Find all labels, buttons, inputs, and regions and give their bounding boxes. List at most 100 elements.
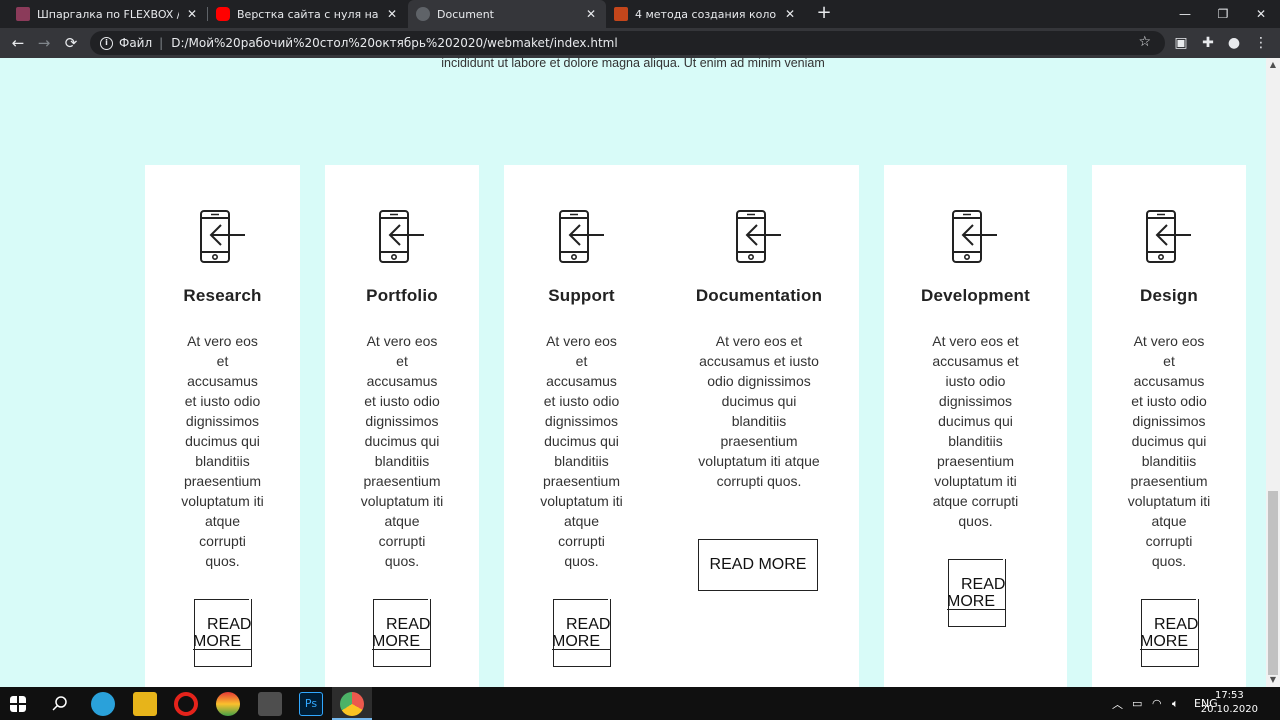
active-app-highlight bbox=[332, 687, 372, 720]
scrollbar-thumb[interactable] bbox=[1268, 491, 1278, 675]
bookmark-star-icon[interactable]: ☆ bbox=[1138, 34, 1151, 50]
browser-toolbar: ← → ⟳ i Файл | D:/Мой%20рабочий%20стол%2… bbox=[0, 28, 1280, 58]
phone-arrow-icon bbox=[1146, 210, 1191, 263]
button-border bbox=[1140, 649, 1198, 650]
tab-title: 4 метода создания колонок оди bbox=[635, 7, 777, 21]
read-more-button[interactable]: READ MORE bbox=[947, 559, 1006, 627]
scroll-down-icon[interactable]: ▼ bbox=[1266, 673, 1280, 687]
browser-tabstrip: Шпаргалка по FLEXBOX // «Фри ✕ Верстка с… bbox=[0, 0, 1280, 28]
card-text: At vero eos et accusamus et iusto odio d… bbox=[360, 333, 444, 569]
read-more-button[interactable]: READ MORE bbox=[372, 599, 431, 667]
service-card-documentation: Documentation At vero eos et accusamus e… bbox=[659, 165, 859, 687]
phone-arrow-icon bbox=[952, 210, 997, 263]
button-border bbox=[372, 649, 430, 650]
address-scheme-label: Файл bbox=[119, 36, 153, 50]
phone-arrow-icon bbox=[379, 210, 424, 263]
sublime-text-icon[interactable] bbox=[258, 692, 282, 716]
profile-avatar-icon[interactable]: ● bbox=[1225, 34, 1243, 52]
phone-arrow-icon bbox=[736, 210, 781, 263]
reload-icon[interactable]: ⟳ bbox=[60, 32, 82, 54]
network-icon[interactable]: ◠ bbox=[1152, 687, 1162, 720]
menu-kebab-icon[interactable]: ⋮ bbox=[1252, 34, 1270, 52]
read-more-button[interactable]: READ MORE bbox=[1140, 599, 1199, 667]
read-more-label: READ bbox=[566, 616, 611, 633]
info-icon[interactable]: i bbox=[100, 36, 113, 50]
card-title: Development bbox=[921, 286, 1030, 305]
system-clock[interactable]: 17:53 20.10.2020 bbox=[1201, 689, 1258, 717]
battery-icon[interactable]: ▭ bbox=[1132, 687, 1142, 720]
tab-youtube[interactable]: Верстка сайта с нуля на HTML и ✕ bbox=[208, 0, 407, 28]
minimize-icon[interactable]: — bbox=[1166, 0, 1204, 28]
tab-flexbox[interactable]: Шпаргалка по FLEXBOX // «Фри ✕ bbox=[8, 0, 207, 28]
phone-arrow-icon bbox=[559, 210, 604, 263]
back-arrow-icon[interactable]: ← bbox=[7, 32, 29, 54]
card-title: Support bbox=[548, 286, 615, 305]
card-text: At vero eos et accusamus et iusto odio d… bbox=[540, 333, 623, 569]
card-title: Research bbox=[183, 286, 262, 305]
tab-title: Верстка сайта с нуля на HTML и bbox=[237, 7, 379, 21]
tab-close-icon[interactable]: ✕ bbox=[783, 7, 797, 21]
button-border bbox=[374, 599, 428, 600]
card-title: Portfolio bbox=[366, 286, 438, 305]
windows-start-icon[interactable] bbox=[10, 696, 26, 712]
card-title: Design bbox=[1140, 286, 1198, 305]
read-more-label: READ bbox=[1154, 616, 1199, 633]
forward-arrow-icon[interactable]: → bbox=[33, 32, 55, 54]
clock-date: 20.10.2020 bbox=[1200, 704, 1258, 715]
service-card-research: Research At vero eos et accusamus et ius… bbox=[145, 165, 300, 687]
scroll-up-icon[interactable]: ▲ bbox=[1266, 58, 1280, 72]
card-title: Documentation bbox=[695, 286, 823, 305]
opera-icon[interactable] bbox=[174, 692, 198, 716]
tab-close-icon[interactable]: ✕ bbox=[385, 7, 399, 21]
read-more-button[interactable]: READ MORE bbox=[552, 599, 611, 667]
card-text: At vero eos et accusamus et iusto odio d… bbox=[1127, 333, 1211, 569]
tab-title: Document bbox=[437, 7, 494, 21]
read-more-label: READ bbox=[207, 616, 252, 633]
card-text: At vero eos et accusamus et iusto odio d… bbox=[932, 333, 1019, 529]
button-border bbox=[947, 609, 1005, 610]
button-border bbox=[193, 649, 251, 650]
close-window-icon[interactable]: ✕ bbox=[1242, 0, 1280, 28]
maximize-icon[interactable]: ❐ bbox=[1204, 0, 1242, 28]
clock-time: 17:53 bbox=[1214, 690, 1244, 701]
button-border bbox=[949, 559, 1003, 560]
button-border bbox=[195, 599, 249, 600]
button-border bbox=[552, 649, 610, 650]
globe-icon bbox=[416, 7, 430, 21]
tab-favicon-icon bbox=[16, 7, 30, 21]
extensions-puzzle-icon[interactable]: ✚ bbox=[1199, 34, 1217, 52]
address-separator: | bbox=[159, 36, 164, 50]
service-card-portfolio: Portfolio At vero eos et accusamus et iu… bbox=[325, 165, 479, 687]
service-card-design: Design At vero eos et accusamus et iusto… bbox=[1092, 165, 1246, 687]
address-bar[interactable]: i Файл | D:/Мой%20рабочий%20стол%20октяб… bbox=[90, 31, 1165, 55]
volume-icon[interactable]: 🔈︎ bbox=[1172, 687, 1179, 720]
card-text: At vero eos et accusamus et iusto odio d… bbox=[698, 333, 820, 489]
tab-favicon-icon bbox=[614, 7, 628, 21]
youtube-icon bbox=[216, 7, 230, 21]
search-icon[interactable] bbox=[52, 695, 68, 711]
tab-close-icon[interactable]: ✕ bbox=[185, 7, 199, 21]
read-more-button[interactable]: READ MORE bbox=[193, 599, 252, 667]
telegram-icon[interactable] bbox=[91, 692, 115, 716]
read-more-button[interactable]: READ MORE bbox=[698, 539, 818, 591]
tab-document[interactable]: Document ✕ bbox=[408, 0, 606, 28]
new-tab-button[interactable]: + bbox=[813, 3, 835, 25]
app-icon[interactable] bbox=[216, 692, 240, 716]
address-url[interactable]: D:/Мой%20рабочий%20стол%20октябрь%202020… bbox=[171, 36, 617, 50]
tab-title: Шпаргалка по FLEXBOX // «Фри bbox=[37, 7, 179, 21]
button-border bbox=[1142, 599, 1196, 600]
intro-text: incididunt ut labore et dolore magna ali… bbox=[441, 58, 825, 70]
read-more-label: READ bbox=[386, 616, 431, 633]
read-more-label: READ bbox=[961, 576, 1006, 593]
tab-close-icon[interactable]: ✕ bbox=[584, 7, 598, 21]
tray-chevron-icon[interactable]: ︿ bbox=[1112, 687, 1123, 720]
extension-icon[interactable]: ▣ bbox=[1172, 34, 1190, 52]
card-text: At vero eos et accusamus et iusto odio d… bbox=[181, 333, 264, 569]
file-explorer-icon[interactable] bbox=[133, 692, 157, 716]
button-border bbox=[554, 599, 608, 600]
service-card-support: Support At vero eos et accusamus et iust… bbox=[504, 165, 659, 687]
tab-columns[interactable]: 4 метода создания колонок оди ✕ bbox=[606, 0, 805, 28]
photoshop-icon[interactable]: Ps bbox=[299, 692, 323, 716]
windows-taskbar: Ps ︿ ▭ ◠ 🔈︎ ENG 17:53 20.10.2020 bbox=[0, 687, 1280, 720]
service-card-development: Development At vero eos et accusamus et … bbox=[884, 165, 1067, 687]
